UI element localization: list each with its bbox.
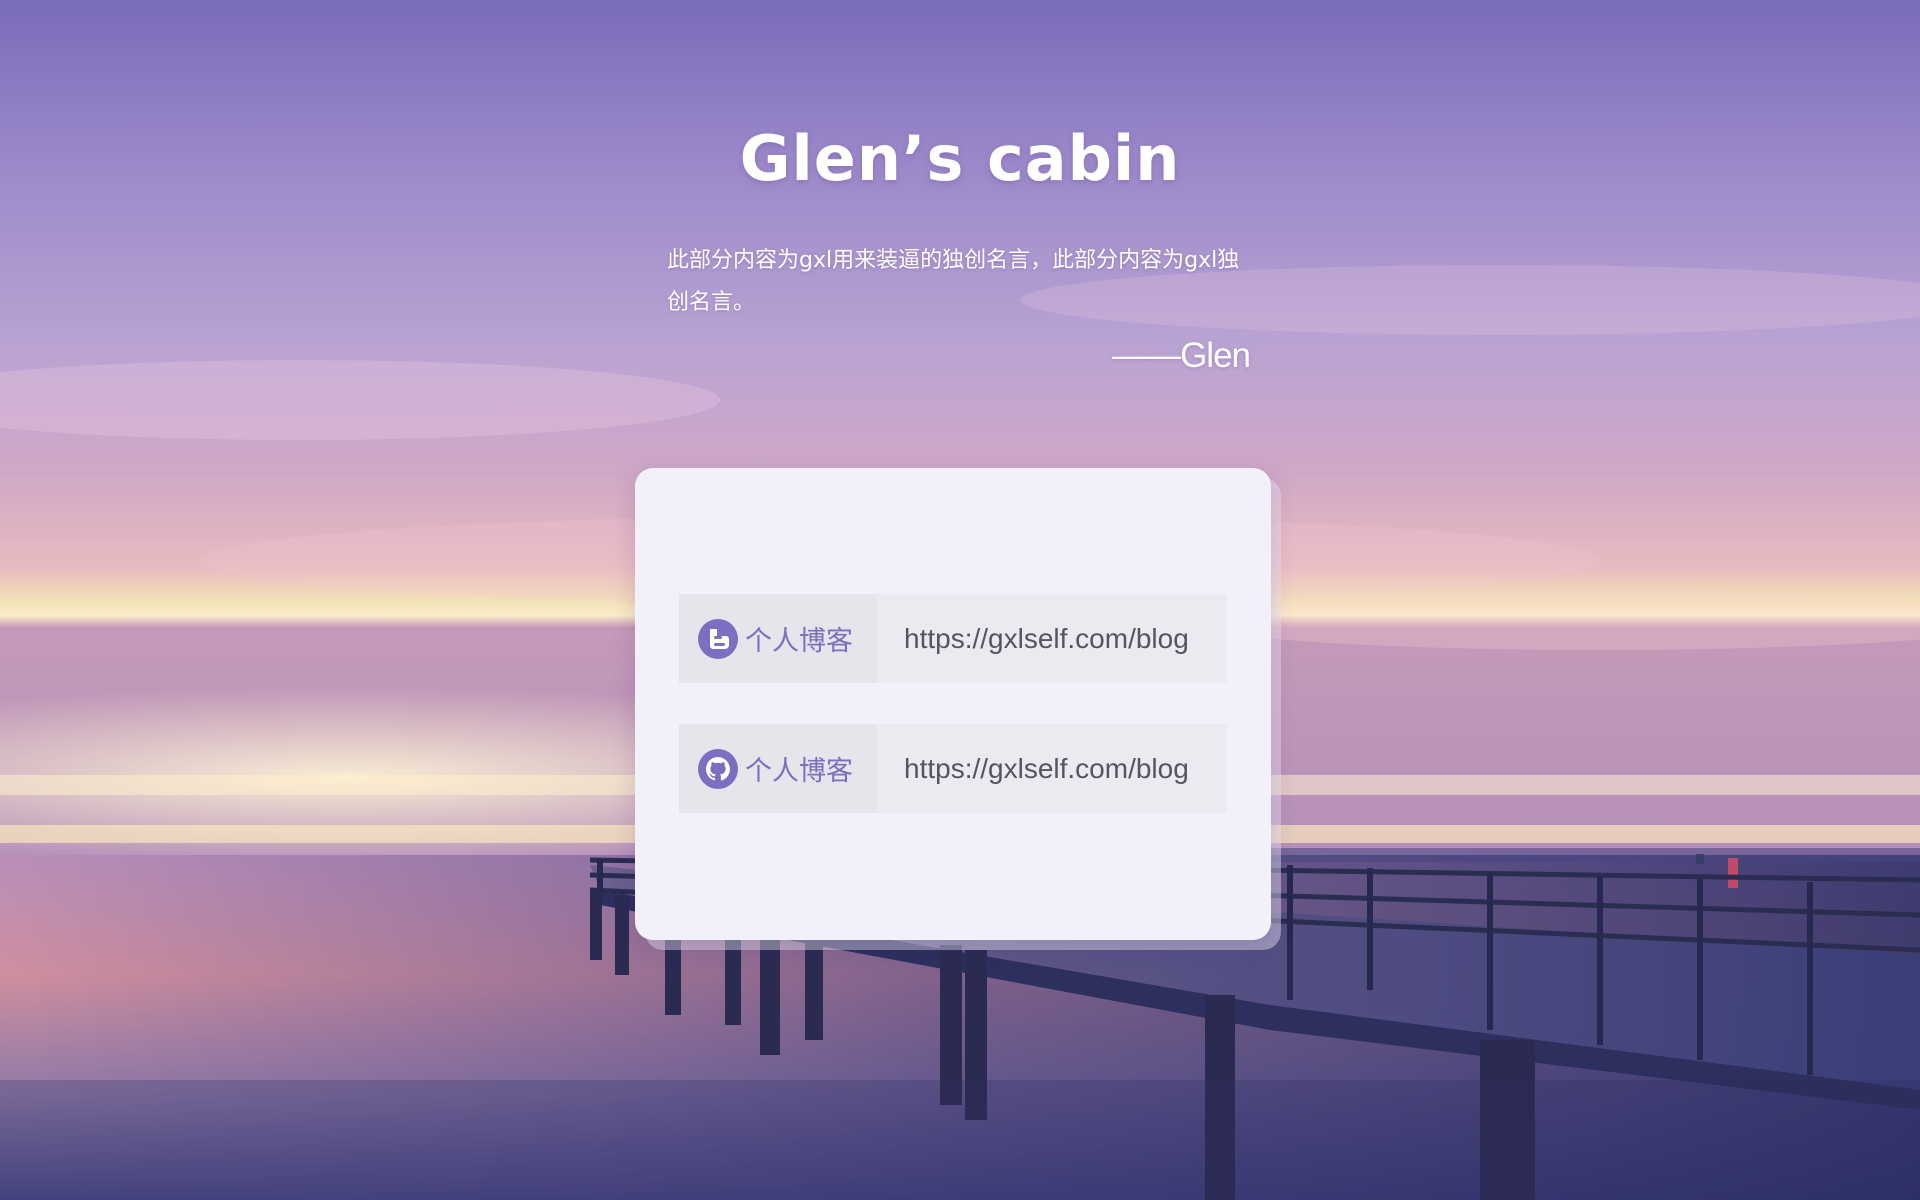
blogger-icon xyxy=(697,618,739,660)
blog-url-link[interactable]: https://gxlself.com/blog xyxy=(878,594,1227,683)
link-label: 个人博客 xyxy=(745,626,853,657)
link-label-box: 个人博客 xyxy=(679,594,878,683)
link-label-box: 个人博客 xyxy=(679,724,878,813)
link-label: 个人博客 xyxy=(745,756,853,787)
site-title: Glen’s cabin xyxy=(739,122,1181,195)
links-card: 个人博客 https://gxlself.com/blog 个人博客 https… xyxy=(635,468,1271,940)
github-url-link[interactable]: https://gxlself.com/blog xyxy=(878,724,1227,813)
quote-text: 此部分内容为gxl用来装逼的独创名言，此部分内容为gxl独创名言。 xyxy=(667,248,1240,315)
link-row-blog[interactable]: 个人博客 https://gxlself.com/blog xyxy=(679,594,1227,683)
link-row-github[interactable]: 个人博客 https://gxlself.com/blog xyxy=(679,724,1227,813)
quote-author: ——Glen xyxy=(1112,336,1251,375)
github-icon xyxy=(697,748,739,790)
